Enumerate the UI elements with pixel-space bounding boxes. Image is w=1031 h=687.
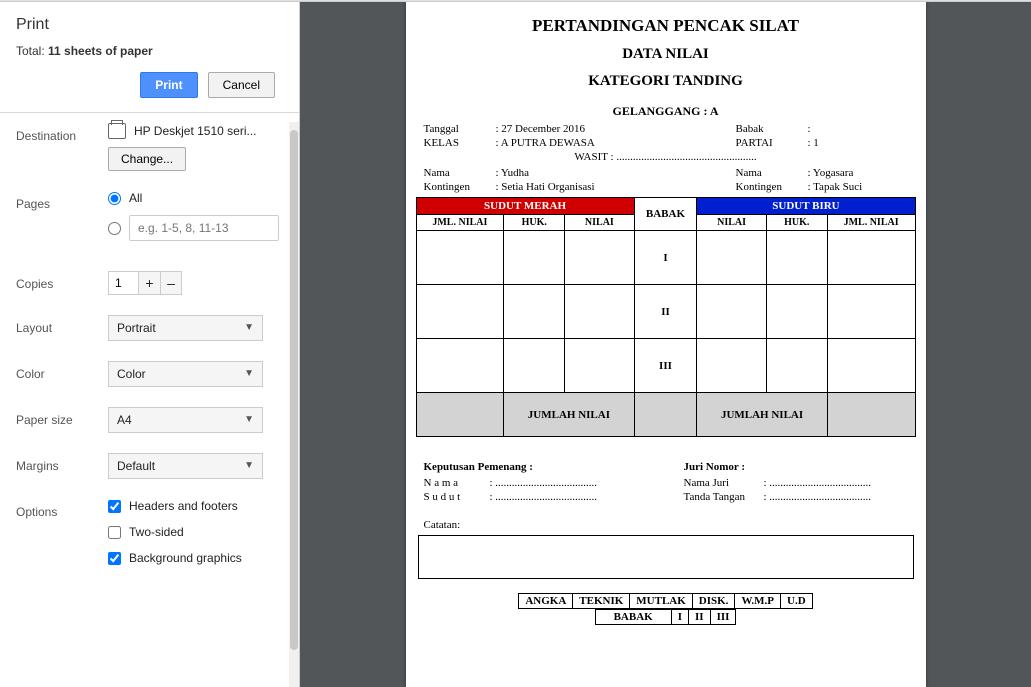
print-total: Total: 11 sheets of paper [16,44,283,58]
keputusan-header: Keputusan Pemenang : [424,461,684,473]
copies-increment[interactable]: + [138,271,160,295]
score-table: SUDUT MERAH BABAK SUDUT BIRU JML. NILAI … [416,197,916,437]
papersize-select[interactable]: A4 [108,407,263,433]
doc-title-1: PERTANDINGAN PENCAK SILAT [416,16,916,36]
headers-footers-checkbox[interactable] [108,500,121,513]
bottom-table-1: ANGKATEKNIKMUTLAK DISK.W.M.PU.D [518,593,812,609]
bottom-table-2: BABAK IIIIII [595,609,737,625]
pages-all-label: All [129,191,142,205]
color-label: Color [16,361,108,381]
cancel-button[interactable]: Cancel [208,72,275,98]
change-destination-button[interactable]: Change... [108,147,186,171]
doc-title-3: KATEGORI TANDING [416,73,916,90]
layout-select[interactable]: Portrait [108,315,263,341]
margins-label: Margins [16,453,108,473]
two-sided-checkbox[interactable] [108,526,121,539]
print-sidebar: Print Total: 11 sheets of paper Print Ca… [0,2,300,687]
print-preview[interactable]: PERTANDINGAN PENCAK SILAT DATA NILAI KAT… [300,2,1031,687]
layout-label: Layout [16,315,108,335]
doc-title-2: DATA NILAI [416,46,916,63]
pages-range-input[interactable] [129,215,279,241]
pages-label: Pages [16,191,108,211]
preview-page: PERTANDINGAN PENCAK SILAT DATA NILAI KAT… [406,2,926,687]
print-title: Print [16,16,283,34]
pages-all-radio[interactable] [108,192,121,205]
destination-label: Destination [16,123,108,143]
catatan-box [418,535,914,579]
wasit: WASIT : ................................… [416,151,916,163]
meta-row: KELAS: A PUTRA DEWASA PARTAI: 1 [424,137,916,149]
pages-range-radio[interactable] [108,222,121,235]
color-select[interactable]: Color [108,361,263,387]
printer-name: HP Deskjet 1510 seri... [108,123,291,139]
background-graphics-checkbox[interactable] [108,552,121,565]
meta-row: Nama: Yudha Nama: Yogasara [424,167,916,179]
margins-select[interactable]: Default [108,453,263,479]
copies-input[interactable] [108,271,138,295]
meta-row: Tanggal: 27 December 2016 Babak: [424,123,916,135]
papersize-label: Paper size [16,407,108,427]
copies-label: Copies [16,271,108,291]
meta-row: Kontingen: Setia Hati Organisasi Konting… [424,181,916,193]
catatan-label: Catatan: [424,519,916,531]
gelanggang: GELANGGANG : A [416,104,916,119]
printer-icon [108,123,126,139]
options-label: Options [16,499,108,519]
juri-header: Juri Nomor : [684,461,916,473]
sidebar-scrollbar[interactable] [289,122,299,687]
print-button[interactable]: Print [140,72,197,98]
copies-decrement[interactable]: – [160,271,182,295]
